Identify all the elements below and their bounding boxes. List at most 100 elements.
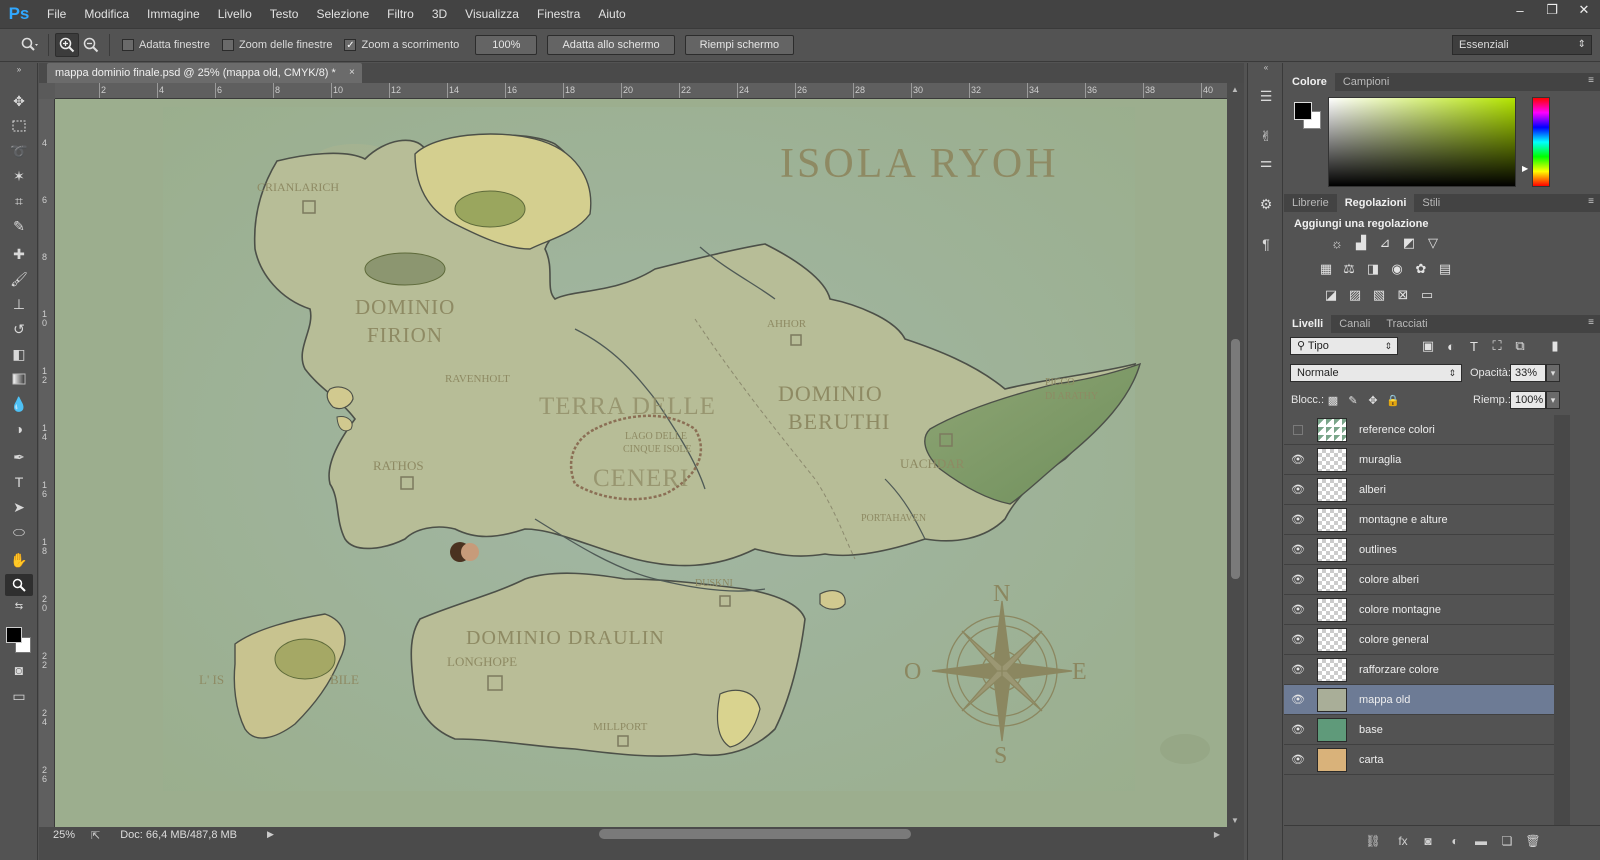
filter-pixel-icon[interactable]: ▣ (1419, 338, 1437, 354)
lock-position-icon[interactable]: ✥ (1364, 392, 1382, 408)
menu-modifica[interactable]: Modifica (75, 0, 138, 28)
eraser-icon[interactable]: ◧ (5, 343, 33, 365)
history-brush-icon[interactable]: ↺ (5, 318, 33, 340)
lock-all-icon[interactable]: 🔒 (1384, 392, 1402, 408)
tab-colore[interactable]: Colore (1284, 73, 1335, 91)
path-selection-icon[interactable]: ➤ (5, 496, 33, 518)
vertical-scroll-thumb[interactable] (1231, 339, 1240, 579)
checkbox-box[interactable] (221, 39, 234, 51)
dodge-tool-icon[interactable]: ◑ (5, 418, 33, 440)
zoom-all-windows-checkbox[interactable]: Zoom delle finestre (221, 39, 332, 51)
properties-panel-icon[interactable]: ⚌ (1255, 151, 1277, 173)
hand-tool-icon[interactable]: ✋ (5, 549, 33, 571)
eye-icon[interactable]: 👁 (1284, 753, 1312, 766)
filter-smart-object-icon[interactable]: ⧉ (1511, 338, 1529, 354)
eye-icon[interactable]: 👁 (1284, 513, 1312, 526)
eye-icon[interactable]: 👁 (1284, 483, 1312, 496)
close-window-button[interactable]: ✕ (1568, 0, 1600, 20)
clone-stamp-icon[interactable]: ⊥ (5, 293, 33, 315)
layer-thumbnail[interactable] (1317, 627, 1347, 652)
scrubby-zoom-checkbox[interactable]: ✓ Zoom a scorrimento (344, 39, 459, 51)
scroll-right-icon[interactable]: ▶ (1214, 830, 1220, 839)
fill-screen-button[interactable]: Riempi schermo (684, 35, 795, 55)
filter-toggle-icon[interactable]: ▮ (1546, 338, 1564, 354)
layer-row[interactable]: 👁 mappa old (1284, 685, 1554, 715)
layer-thumbnail[interactable] (1317, 507, 1347, 532)
clone-source-icon[interactable]: ⚙ (1255, 193, 1277, 215)
color-picker-field[interactable] (1328, 97, 1516, 187)
ellipse-tool-icon[interactable]: ⬭ (5, 521, 33, 543)
layers-scrollbar[interactable] (1554, 415, 1570, 825)
eyedropper-icon[interactable]: ✎ (5, 215, 33, 237)
visibility-toggle[interactable] (1284, 424, 1312, 435)
layer-style-fx-icon[interactable]: fx (1394, 833, 1412, 849)
fit-screen-button[interactable]: Adatta allo schermo (547, 35, 675, 55)
tab-canali[interactable]: Canali (1331, 315, 1378, 333)
document-canvas[interactable]: ISOLA RYOH DOMINIO FIRION TERRA DELLE CE… (55, 99, 1227, 827)
layer-row[interactable]: 👁 alberi (1284, 475, 1554, 505)
vertical-ruler[interactable]: 4 6 8 10 12 14 16 18 20 22 24 26 (39, 99, 55, 827)
panel-menu-icon[interactable]: ≡ (1588, 317, 1594, 328)
layer-thumbnail[interactable] (1317, 717, 1347, 742)
eye-icon[interactable]: 👁 (1284, 603, 1312, 616)
paragraph-panel-icon[interactable]: ¶ (1255, 233, 1277, 255)
foreground-color-swatch[interactable] (6, 627, 22, 643)
layer-row[interactable]: 👁 colore montagne (1284, 595, 1554, 625)
levels-icon[interactable]: ▟ (1352, 235, 1370, 251)
invert-icon[interactable]: ◪ (1322, 287, 1340, 303)
ruler-origin[interactable] (39, 83, 55, 99)
menu-visualizza[interactable]: Visualizza (456, 0, 528, 28)
layer-thumbnail[interactable] (1317, 447, 1347, 472)
zoom-tool-icon[interactable] (5, 574, 33, 596)
blend-mode-select[interactable]: Normale ⇕ (1290, 364, 1462, 382)
layer-row[interactable]: reference colori (1284, 415, 1554, 445)
visibility-box[interactable] (1293, 424, 1303, 435)
new-group-icon[interactable]: ▬ (1472, 833, 1490, 849)
panel-menu-icon[interactable]: ≡ (1588, 75, 1594, 86)
menu-finestra[interactable]: Finestra (528, 0, 589, 28)
collapse-arrows-icon[interactable]: » (5, 65, 33, 74)
brush-presets-icon[interactable]: ✌ (1255, 125, 1277, 147)
channel-mixer-icon[interactable]: ✿ (1412, 261, 1430, 277)
color-balance-icon[interactable]: ⚖ (1340, 261, 1358, 277)
move-tool-icon[interactable]: ✥ (5, 90, 33, 112)
curves-icon[interactable]: ⊿ (1376, 235, 1394, 251)
brightness-icon[interactable]: ☼ (1328, 235, 1346, 251)
new-layer-icon[interactable]: ❏ (1498, 833, 1516, 849)
horizontal-ruler[interactable]: 2 4 6 8 10 12 14 16 18 20 22 24 26 28 30 32 34 36 38 40 (55, 83, 1227, 99)
lock-transparent-icon[interactable]: ▩ (1324, 392, 1342, 408)
layer-row[interactable]: 👁 colore alberi (1284, 565, 1554, 595)
zoom-tool-preset-icon[interactable] (18, 33, 42, 57)
healing-brush-icon[interactable]: ✚ (5, 243, 33, 265)
tab-stili[interactable]: Stili (1414, 194, 1448, 212)
restore-button[interactable]: ❐ (1536, 0, 1568, 20)
panel-foreground-swatch[interactable] (1294, 102, 1312, 120)
layer-thumbnail[interactable] (1317, 687, 1347, 712)
layer-thumbnail[interactable] (1317, 417, 1347, 442)
selective-color-icon[interactable]: ⊠ (1394, 287, 1412, 303)
eye-icon[interactable]: 👁 (1284, 723, 1312, 736)
layer-row[interactable]: 👁 carta (1284, 745, 1554, 775)
filter-type-icon[interactable]: T (1465, 338, 1483, 354)
expand-panels-icon[interactable]: « (1248, 63, 1284, 73)
zoom-100-button[interactable]: 100% (475, 35, 538, 55)
new-adjustment-icon[interactable]: ◐ (1446, 833, 1464, 849)
threshold-icon[interactable]: ▧ (1370, 287, 1388, 303)
layer-thumbnail[interactable] (1317, 567, 1347, 592)
tab-livelli[interactable]: Livelli (1284, 315, 1332, 333)
delete-layer-icon[interactable]: 🗑 (1524, 833, 1542, 849)
type-tool-icon[interactable]: T (5, 471, 33, 493)
exposure-icon[interactable]: ◩ (1400, 235, 1418, 251)
menu-file[interactable]: File (38, 0, 75, 28)
checkmark-icon[interactable]: ✓ (344, 39, 357, 51)
layer-row[interactable]: 👁 montagne e alture (1284, 505, 1554, 535)
eye-icon[interactable]: 👁 (1284, 663, 1312, 676)
eye-icon[interactable]: 👁 (1284, 453, 1312, 466)
eye-icon[interactable]: 👁 (1284, 633, 1312, 646)
scroll-up-icon[interactable]: ▲ (1231, 85, 1239, 94)
layer-thumbnail[interactable] (1317, 537, 1347, 562)
opacity-input[interactable]: 33% (1510, 364, 1546, 382)
menu-livello[interactable]: Livello (209, 0, 261, 28)
layer-row[interactable]: 👁 muraglia (1284, 445, 1554, 475)
history-panel-icon[interactable]: ☰ (1255, 85, 1277, 107)
